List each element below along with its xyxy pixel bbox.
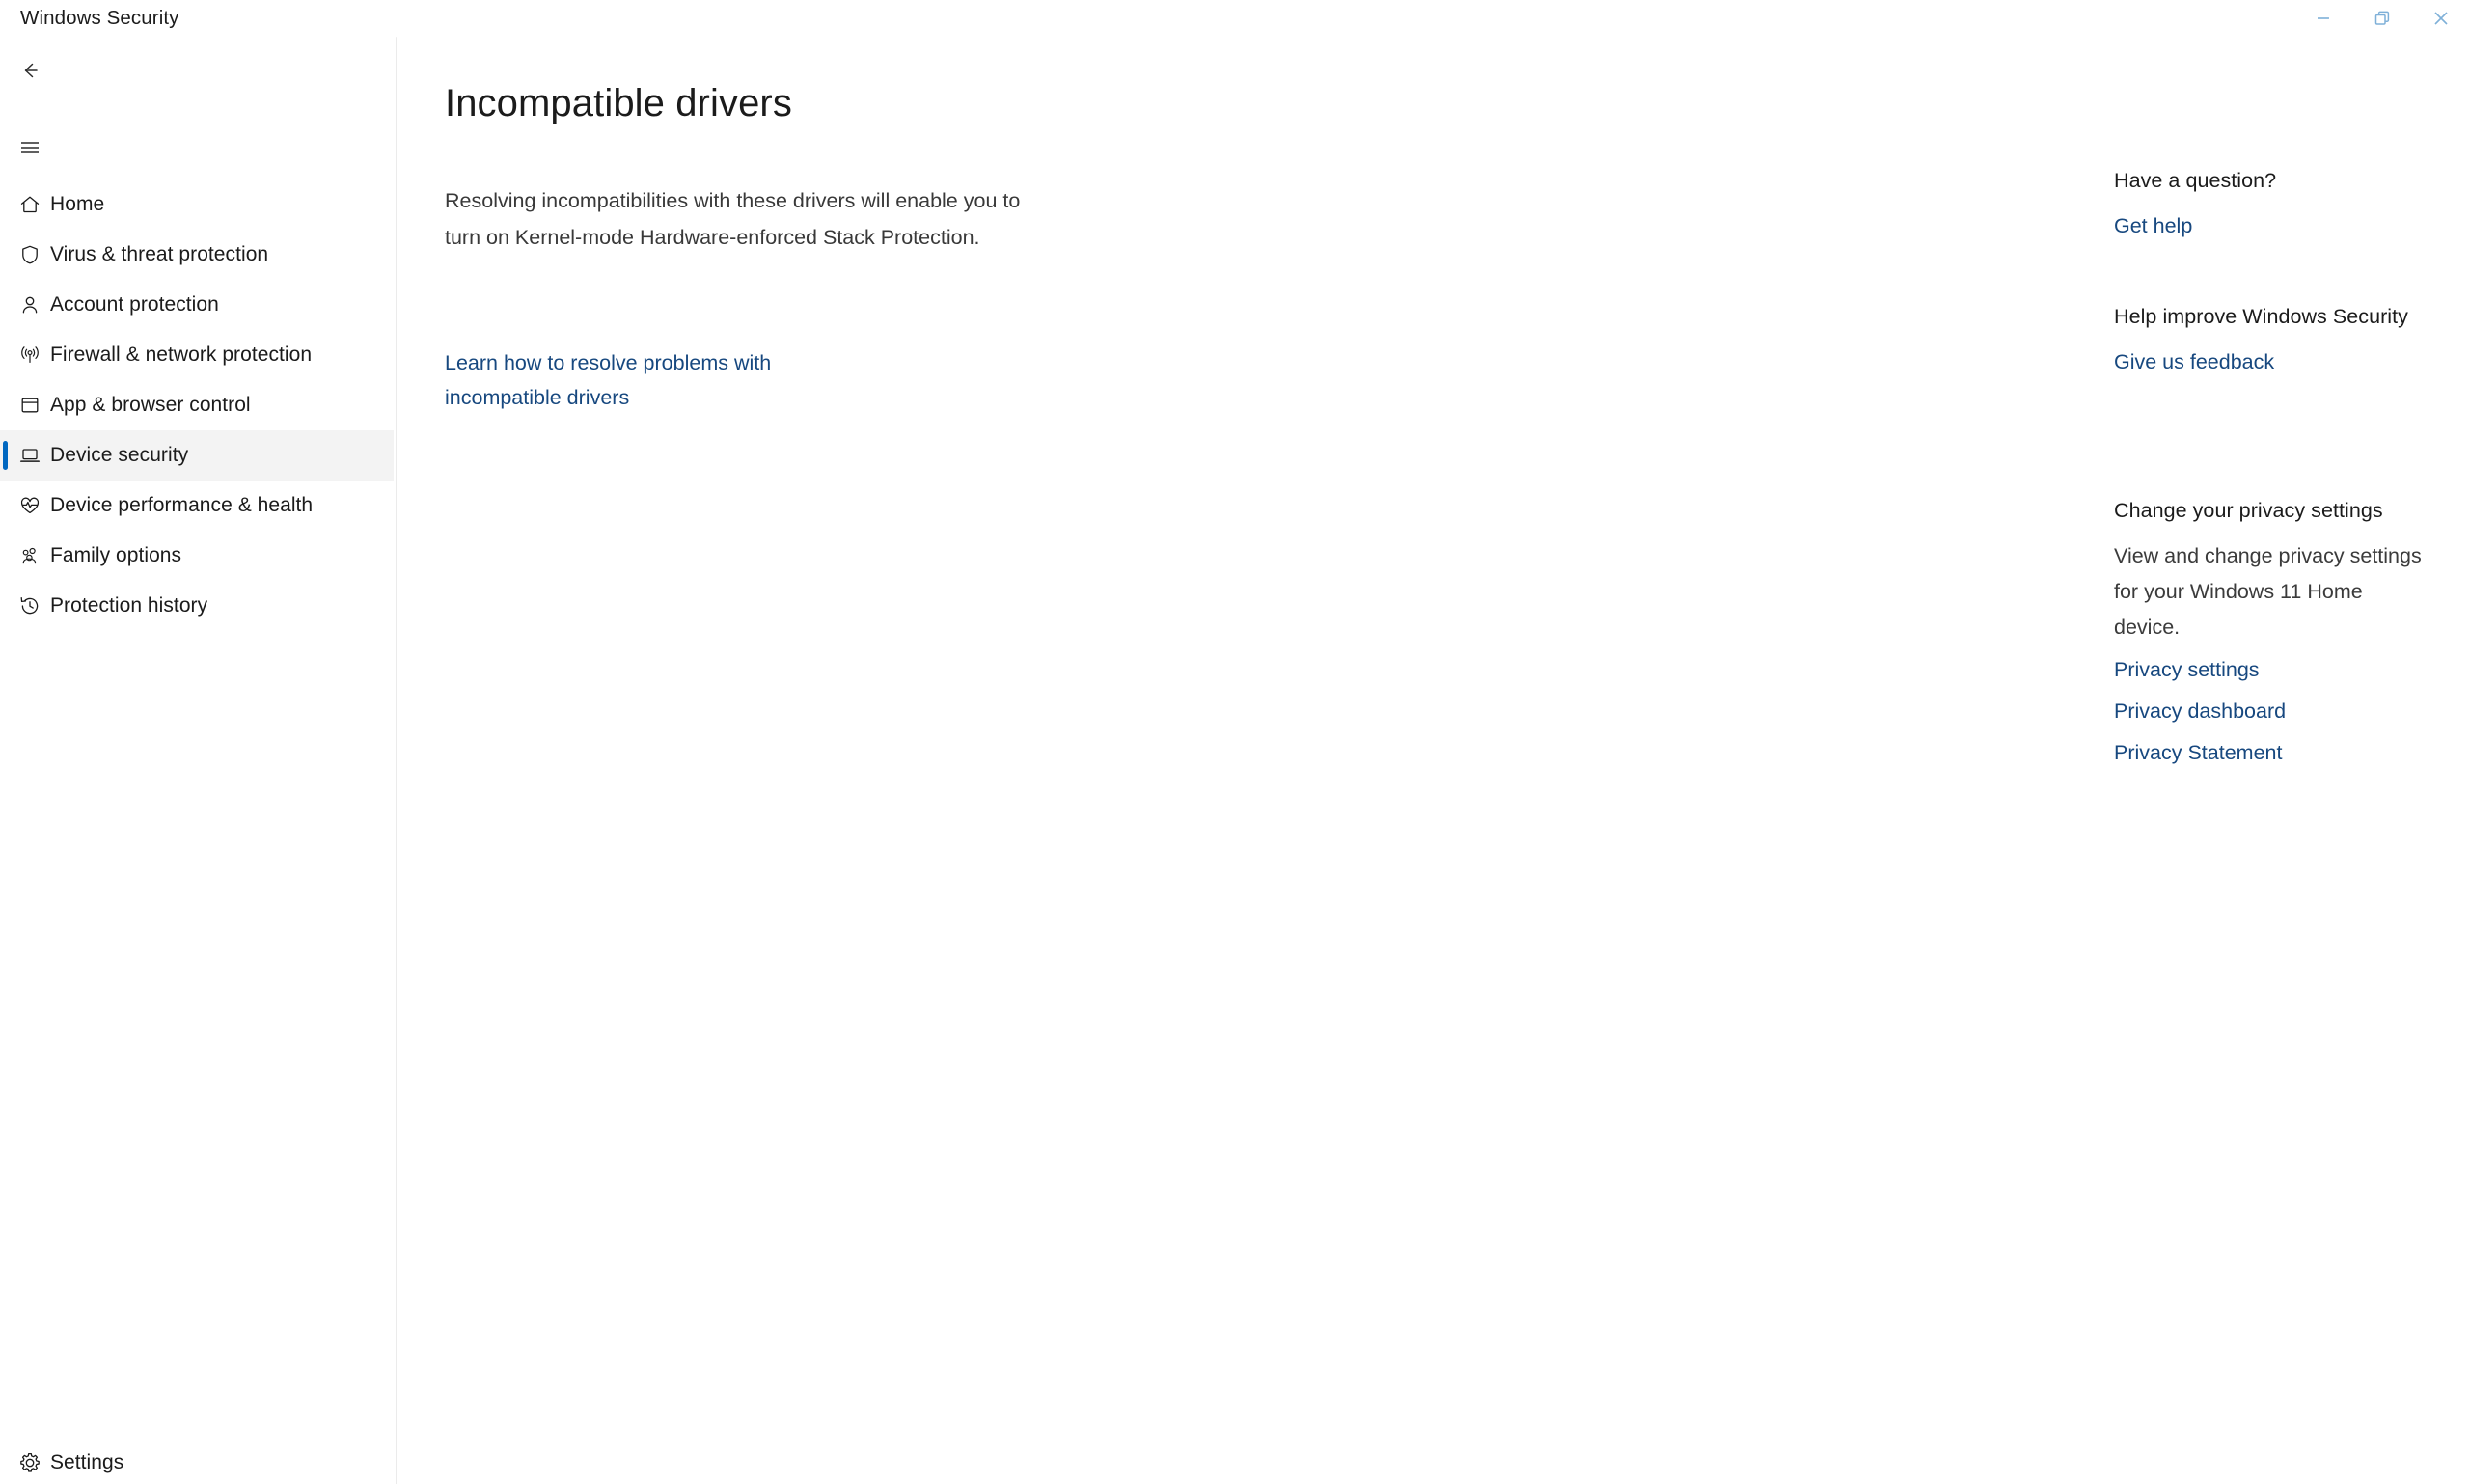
sidebar-item-virus-threat-protection[interactable]: Virus & threat protection — [0, 230, 394, 280]
right-rail: Have a question? Get help Help improve W… — [2114, 37, 2432, 1484]
sidebar-item-label: Virus & threat protection — [50, 242, 269, 265]
main-content: Incompatible drivers Resolving incompati… — [397, 37, 2075, 1484]
sidebar-nav-list: Home Virus & threat protection Account p… — [0, 179, 396, 631]
sidebar-item-label: App & browser control — [50, 393, 251, 416]
help-improve-heading: Help improve Windows Security — [2114, 305, 2408, 328]
window-icon — [10, 393, 50, 418]
gear-icon — [10, 1450, 50, 1475]
close-button[interactable] — [2411, 0, 2470, 37]
page-title: Incompatible drivers — [445, 82, 792, 124]
back-button[interactable] — [7, 51, 53, 90]
sidebar-item-account-protection[interactable]: Account protection — [0, 280, 394, 330]
sidebar-item-protection-history[interactable]: Protection history — [0, 581, 394, 631]
sidebar-item-settings[interactable]: Settings — [0, 1438, 394, 1484]
hamburger-icon — [21, 142, 39, 153]
help-improve-section: Help improve Windows Security Give us fe… — [2114, 299, 2423, 379]
heart-pulse-icon — [10, 493, 50, 518]
sidebar-item-label: Settings — [50, 1450, 124, 1473]
home-icon — [10, 192, 50, 217]
minimize-button[interactable] — [2293, 0, 2352, 37]
sidebar-item-firewall-network-protection[interactable]: Firewall & network protection — [0, 330, 394, 380]
sidebar-item-label: Home — [50, 192, 105, 215]
sidebar-item-label: Protection history — [50, 593, 208, 617]
privacy-settings-link[interactable]: Privacy settings — [2114, 652, 2423, 687]
app-title: Windows Security — [20, 7, 179, 29]
person-icon — [10, 292, 50, 317]
have-a-question-section: Have a question? Get help — [2114, 163, 2423, 243]
hamburger-menu-button[interactable] — [7, 128, 53, 167]
sidebar-item-label: Firewall & network protection — [50, 343, 313, 366]
close-icon — [2433, 12, 2448, 25]
sidebar-item-device-security[interactable]: Device security — [0, 430, 394, 481]
people-icon — [10, 543, 50, 568]
learn-resolve-incompatible-drivers-link[interactable]: Learn how to resolve problems with incom… — [445, 345, 869, 415]
restore-icon — [2374, 11, 2389, 25]
shield-icon — [10, 242, 50, 267]
history-icon — [10, 593, 50, 618]
privacy-statement-link[interactable]: Privacy Statement — [2114, 735, 2423, 770]
privacy-settings-section: Change your privacy settings View and ch… — [2114, 493, 2423, 770]
minimize-icon — [2317, 17, 2329, 19]
laptop-icon — [10, 443, 50, 468]
privacy-heading: Change your privacy settings — [2114, 499, 2383, 522]
sidebar-item-device-performance-health[interactable]: Device performance & health — [0, 481, 394, 531]
page-description: Resolving incompatibilities with these d… — [445, 189, 1021, 249]
sidebar-item-label: Family options — [50, 543, 182, 566]
selection-accent-bar — [3, 441, 8, 470]
windows-security-app: Windows Security Home Virus & threat pro… — [0, 0, 2470, 1484]
sidebar-item-app-browser-control[interactable]: App & browser control — [0, 380, 394, 430]
have-a-question-heading: Have a question? — [2114, 169, 2277, 192]
sidebar-item-family-options[interactable]: Family options — [0, 531, 394, 581]
title-bar: Windows Security — [0, 0, 2470, 37]
give-us-feedback-link[interactable]: Give us feedback — [2114, 344, 2423, 379]
maximize-button[interactable] — [2352, 0, 2411, 37]
sidebar-item-label: Device performance & health — [50, 493, 314, 516]
privacy-dashboard-link[interactable]: Privacy dashboard — [2114, 694, 2423, 728]
sidebar-item-label: Account protection — [50, 292, 219, 316]
get-help-link[interactable]: Get help — [2114, 208, 2423, 243]
window-controls — [2293, 0, 2470, 37]
back-arrow-icon — [24, 63, 38, 78]
sidebar-item-home[interactable]: Home — [0, 179, 394, 230]
sidebar: Home Virus & threat protection Account p… — [0, 37, 396, 1484]
sidebar-item-label: Device security — [50, 443, 189, 466]
privacy-body-text: View and change privacy settings for you… — [2114, 544, 2422, 639]
wireless-icon — [10, 343, 50, 368]
